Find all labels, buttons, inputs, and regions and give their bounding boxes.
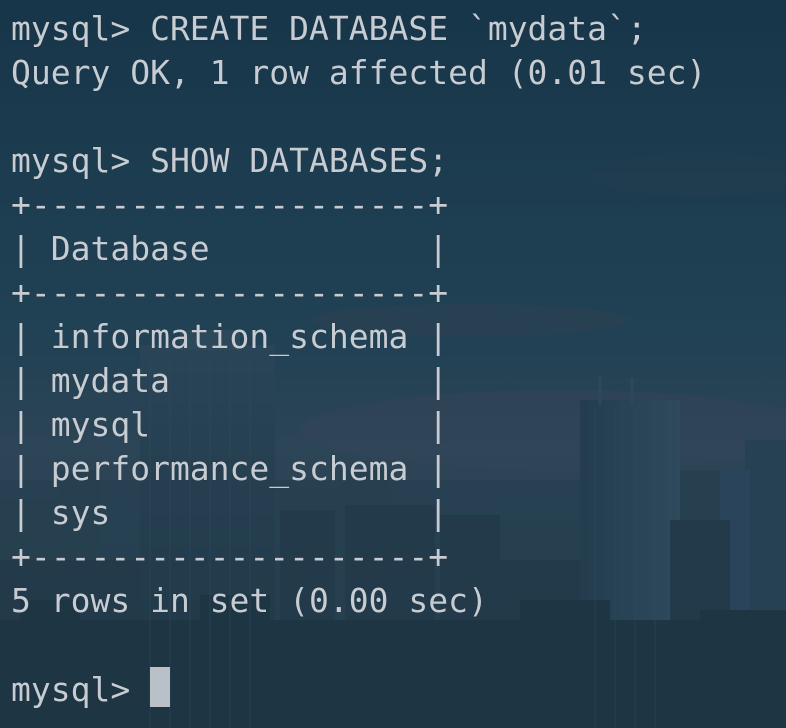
text-cursor: [150, 667, 171, 707]
table-border-line: +--------------------+: [11, 537, 449, 576]
prompt-label: mysql>: [11, 670, 151, 709]
terminal-line: mysql> CREATE DATABASE `mydata`;: [11, 9, 647, 48]
terminal-line: Query OK, 1 row affected (0.01 sec): [11, 53, 707, 92]
terminal-line: 5 rows in set (0.00 sec): [11, 581, 488, 620]
table-border-line: +--------------------+: [11, 273, 449, 312]
table-border-line: +--------------------+: [11, 185, 449, 224]
table-header-row: | Database |: [11, 229, 449, 268]
table-row: | mydata |: [11, 361, 449, 400]
terminal-output[interactable]: mysql> CREATE DATABASE `mydata`; Query OK…: [11, 7, 706, 711]
table-row: | sys |: [11, 493, 449, 532]
table-row: | mysql |: [11, 405, 449, 444]
terminal-window[interactable]: mysql> CREATE DATABASE `mydata`; Query OK…: [0, 0, 786, 728]
command-prompt-line[interactable]: mysql>: [11, 667, 706, 711]
terminal-line: mysql> SHOW DATABASES;: [11, 141, 449, 180]
table-row: | information_schema |: [11, 317, 449, 356]
table-row: | performance_schema |: [11, 449, 449, 488]
